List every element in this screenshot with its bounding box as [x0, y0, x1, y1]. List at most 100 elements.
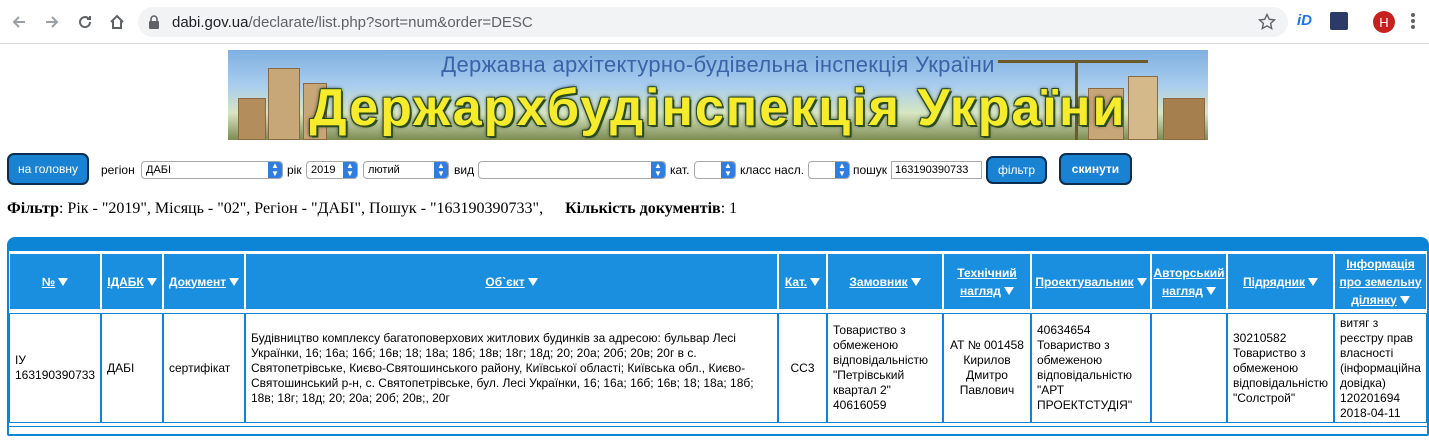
col-header-label: нагляд [960, 283, 1001, 298]
col-header-document[interactable]: Документ [163, 253, 245, 310]
select-arrows-icon: ▲ ▼ [268, 162, 282, 178]
category-select[interactable]: ▲ ▼ [694, 161, 736, 179]
home-icon [110, 14, 124, 29]
sort-arrow-icon [1308, 277, 1318, 286]
sort-arrow-icon [58, 277, 69, 286]
back-button[interactable] [6, 9, 32, 35]
banner-title: Держархбудінспекція України [309, 79, 1127, 137]
col-header-label: Інформація [1346, 256, 1415, 271]
filter-summary-label: Фільтр [7, 200, 59, 217]
kebab-menu-icon[interactable] [1410, 11, 1416, 31]
select-arrows-icon: ▲ ▼ [651, 162, 665, 178]
url-text: dabi.gov.ua/declarate/list.php?sort=num&… [172, 14, 533, 31]
col-header-label: Кат. [784, 274, 808, 289]
region-select[interactable]: ДАБІ ▲ ▼ [141, 161, 283, 179]
col-header-author-supervision[interactable]: Авторський нагляд [1151, 253, 1227, 310]
filter-button[interactable]: фільтр [986, 156, 1047, 184]
cell-num: ІУ 163190390733 [9, 313, 101, 423]
forward-button[interactable] [39, 9, 65, 35]
month-select[interactable]: лютий ▲ ▼ [363, 161, 449, 179]
bookmark-star-icon[interactable] [1258, 13, 1276, 31]
col-header-label: ІДАБК [107, 274, 144, 289]
doc-count-label: Кількість документів [565, 200, 721, 217]
home-button[interactable] [104, 9, 130, 35]
col-header-label: Технічний [957, 265, 1017, 280]
cell-tech-supervision: АТ № 001458 Кирилов Дмитро Павлович [943, 313, 1031, 423]
cell-designer: 40634654 Товариство з обмеженою відповід… [1031, 313, 1151, 423]
region-value: ДАБІ [146, 164, 172, 176]
col-header-label: Документ [168, 274, 227, 289]
month-value: лютий [368, 164, 400, 176]
lock-icon [149, 15, 159, 29]
filter-summary-text: : Рік - "2019", Місяць - "02", Регіон - … [58, 200, 544, 217]
col-header-label: № [41, 274, 56, 289]
col-header-label: Замовник [849, 274, 908, 289]
reset-button[interactable]: скинути [1059, 153, 1132, 185]
select-arrows-icon: ▲ ▼ [835, 162, 849, 178]
banner-subtitle: Державна архітектурно-будівельна інспекц… [441, 52, 995, 77]
col-header-label: Об`єкт [485, 274, 525, 289]
cell-text: 163190390733 [15, 368, 96, 382]
sort-arrow-icon [1136, 277, 1147, 286]
site-banner: Державна архітектурно-будівельна інспекц… [228, 50, 1208, 140]
cell-author-supervision [1151, 313, 1227, 423]
col-header-customer[interactable]: Замовник [827, 253, 943, 310]
cell-object: Будівництво комплексу багатоповерхових ж… [245, 313, 778, 423]
select-arrows-icon: ▲ ▼ [343, 162, 357, 178]
col-header-tech-supervision[interactable]: Технічний нагляд [943, 253, 1031, 310]
col-header-object[interactable]: Об`єкт [245, 253, 778, 310]
region-label: регіон [101, 163, 135, 177]
select-arrows-icon: ▲ ▼ [721, 162, 735, 178]
cell-document: сертифікат [163, 313, 245, 423]
class-select[interactable]: ▲ ▼ [808, 161, 850, 179]
sort-arrow-icon [229, 277, 240, 286]
col-header-idabk[interactable]: ІДАБК [101, 253, 163, 310]
col-header-cat[interactable]: Кат. [778, 253, 827, 310]
year-value: 2019 [311, 164, 336, 176]
col-header-label: Підрядник [1243, 274, 1305, 289]
type-select[interactable]: ▲ ▼ [478, 161, 666, 179]
cell-cat: СС3 [778, 313, 827, 423]
sort-arrow-icon [527, 277, 538, 286]
search-label: пошук [853, 163, 888, 177]
sort-arrow-icon [1003, 287, 1014, 296]
address-bar[interactable]: dabi.gov.ua/declarate/list.php?sort=num&… [138, 7, 1288, 37]
doc-count-value: : 1 [720, 200, 738, 217]
col-header-designer[interactable]: Проектувальник [1031, 253, 1151, 310]
col-header-contractor[interactable]: Підрядник [1227, 253, 1334, 310]
col-header-label: нагляд [1162, 283, 1203, 298]
arrow-left-icon [12, 16, 25, 28]
home-link-button[interactable]: на головну [7, 153, 89, 185]
year-select[interactable]: 2019 ▲ ▼ [306, 161, 358, 179]
sort-arrow-icon [1205, 287, 1216, 296]
cell-idabk: ДАБІ [101, 313, 163, 423]
select-arrows-icon: ▲ ▼ [434, 162, 448, 178]
col-header-num[interactable]: № [9, 253, 101, 310]
col-header-label: Авторський [1153, 265, 1225, 280]
year-label: рік [287, 163, 302, 177]
filter-summary: Фільтр: Рік - "2019", Місяць - "02", Рег… [7, 200, 737, 218]
class-label: класс насл. [740, 163, 805, 177]
col-header-land-info[interactable]: Інформація про земельну ділянку [1334, 253, 1427, 310]
profile-avatar[interactable]: H [1373, 11, 1395, 33]
category-label: кат. [670, 163, 690, 177]
col-header-label: про земельну [1339, 274, 1422, 289]
reload-button[interactable] [72, 9, 98, 35]
cell-land-info: витяг з реєстру прав власності (інформац… [1334, 313, 1427, 423]
col-header-label: ділянку [1351, 292, 1397, 307]
sort-arrow-icon [810, 277, 821, 286]
sort-arrow-icon [1399, 296, 1410, 305]
type-label: вид [454, 163, 475, 177]
browser-toolbar: dabi.gov.ua/declarate/list.php?sort=num&… [0, 0, 1429, 44]
arrow-right-icon [46, 16, 59, 28]
cell-contractor: 30210582 Товариство з обмеженою відповід… [1227, 313, 1334, 423]
reload-icon [79, 16, 92, 29]
extension-id-icon[interactable]: iD [1297, 12, 1312, 29]
sort-arrow-icon [146, 277, 157, 286]
extension-icon[interactable] [1330, 12, 1348, 30]
col-header-label: Проектувальник [1035, 274, 1134, 289]
sort-arrow-icon [910, 277, 921, 286]
search-input[interactable]: 163190390733 [891, 161, 982, 179]
cell-customer: Товариство з обмеженою відповідальністю … [827, 313, 943, 423]
cell-text: ІУ [15, 353, 26, 367]
